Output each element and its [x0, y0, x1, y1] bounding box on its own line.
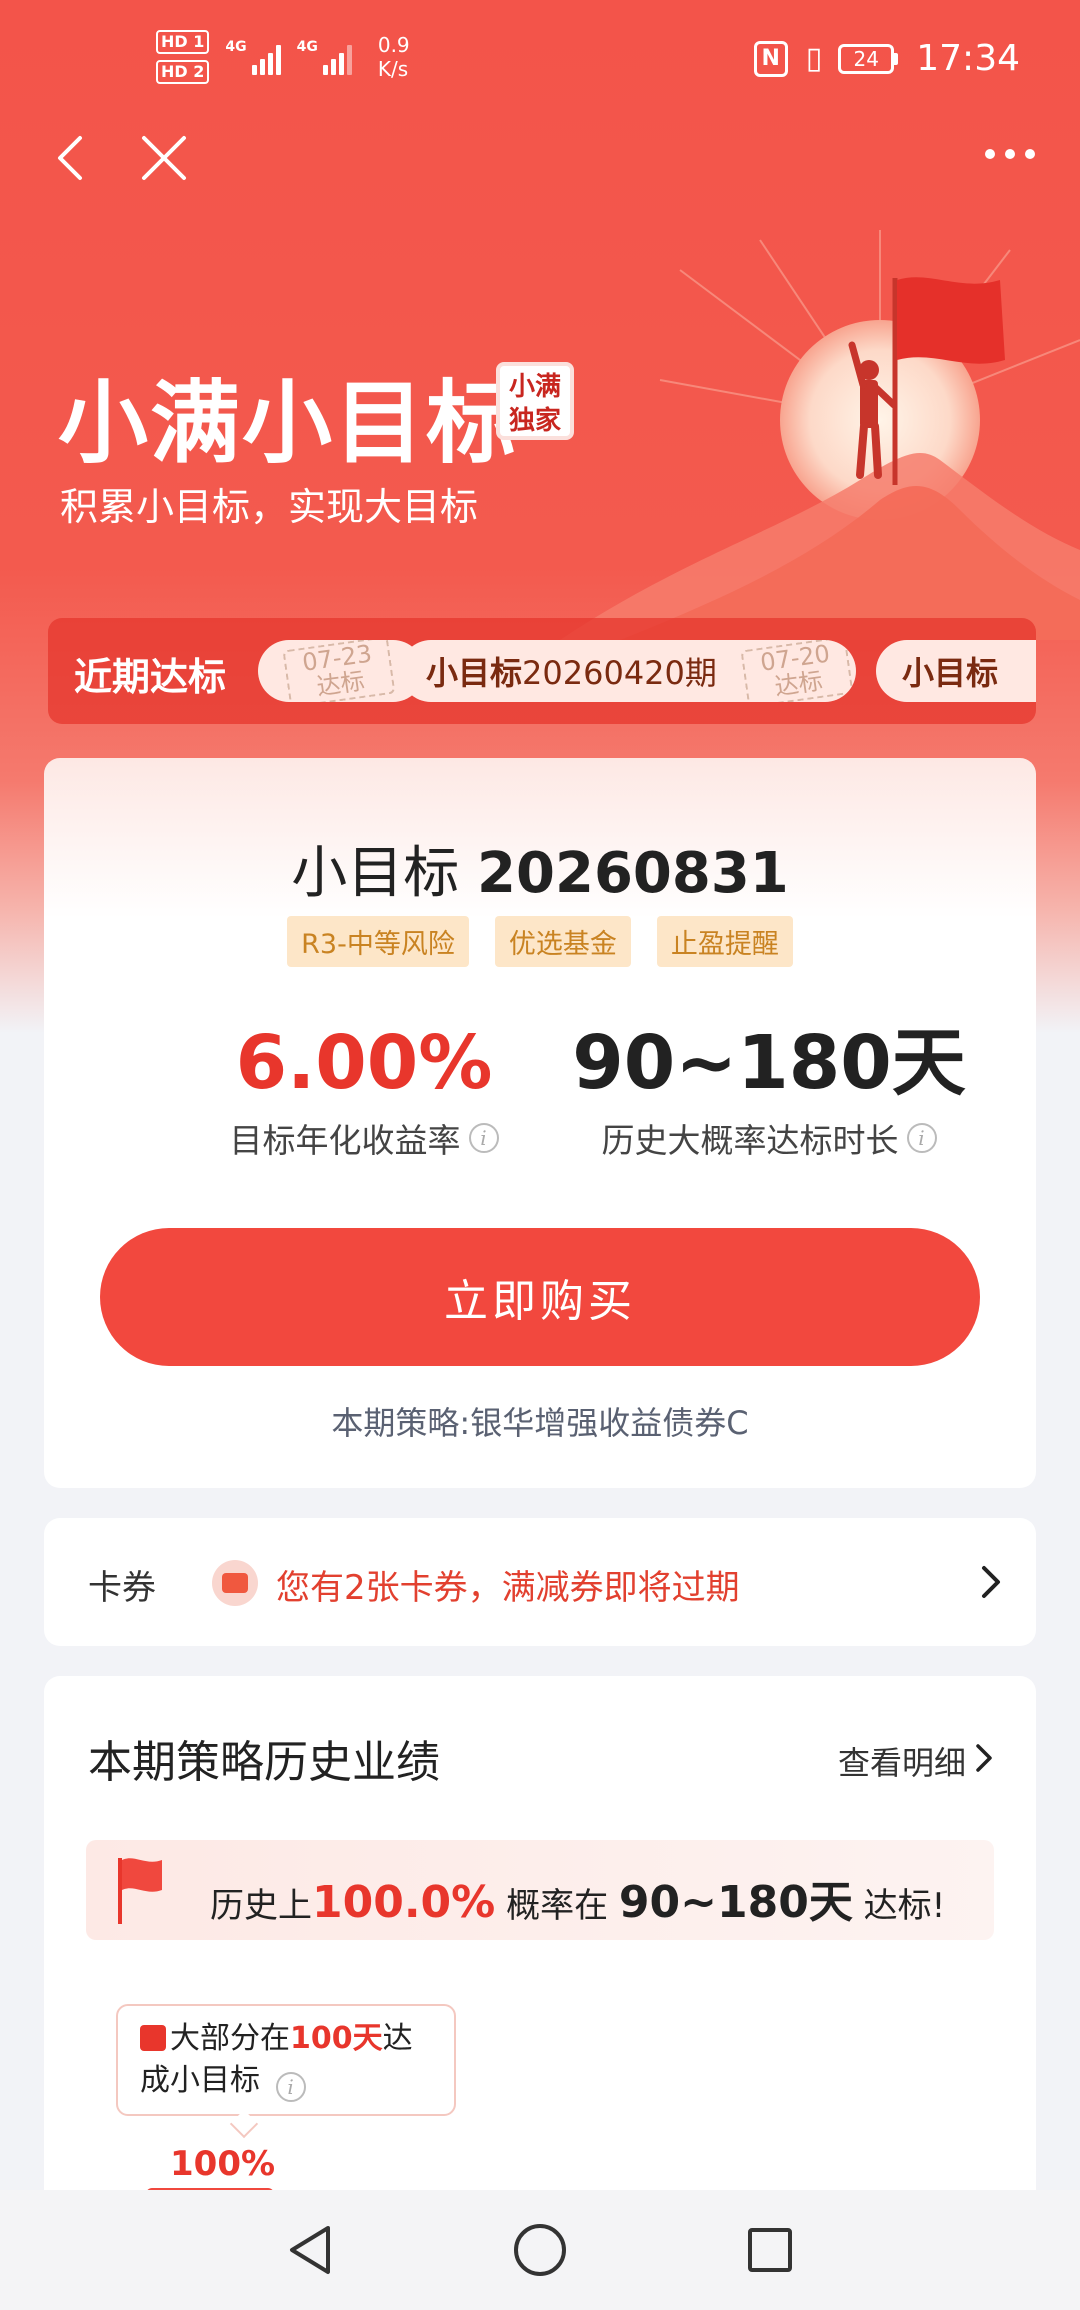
view-details-link[interactable]: 查看明细	[838, 1738, 966, 1784]
fund-tag: 优选基金	[494, 916, 631, 967]
coupon-icon	[212, 1560, 258, 1606]
chip-name: 小目标	[902, 654, 999, 692]
banner-pre: 历史上	[210, 1886, 312, 1926]
net-speed-value: 0.9	[377, 33, 410, 57]
achieved-stamp: 07-20 达标	[740, 640, 854, 702]
product-title-number: 20260831	[477, 841, 789, 906]
chip-name: 小目标	[426, 654, 523, 692]
recent-chip-3[interactable]: 小目标	[876, 640, 1036, 702]
bar-value-label: 100%	[170, 2144, 276, 2184]
signal-1-icon: 4G	[225, 39, 281, 75]
tip-days: 100天	[290, 2021, 383, 2056]
signal-2-label: 4G	[296, 39, 318, 55]
battery-icon: 24	[838, 43, 899, 74]
coupon-text: 您有2张卡券，满减券即将过期	[276, 1568, 740, 1608]
nav-home-icon[interactable]	[510, 2220, 570, 2280]
history-tooltip: 大部分在100天达 成小目标 i	[116, 2004, 456, 2116]
system-nav-bar	[0, 2190, 1080, 2310]
history-banner: 历史上100.0% 概率在 90~180天 达标!	[86, 1840, 994, 1940]
nfc-icon: N	[753, 40, 788, 77]
signal-1-label: 4G	[225, 39, 247, 55]
coupon-row[interactable]: 卡券 您有2张卡券，满减券即将过期	[44, 1518, 1036, 1646]
chevron-right-icon[interactable]	[974, 1742, 994, 1774]
net-speed-unit: K/s	[377, 57, 409, 81]
hero-subtitle: 积累小目标，实现大目标	[60, 485, 479, 529]
nav-back-icon[interactable]	[282, 2220, 338, 2280]
rate-metric: 6.00% 目标年化收益率 i	[164, 1020, 564, 1162]
tip-post1: 达	[382, 2021, 413, 2056]
recent-label: 近期达标	[74, 655, 227, 699]
vibrate-icon: ▯	[805, 41, 822, 76]
battery-level: 24	[838, 43, 895, 74]
rate-label: 目标年化收益率	[229, 1121, 461, 1160]
close-icon[interactable]	[136, 130, 192, 186]
status-left: HD 1 HD 2 4G 4G 0.9 K/s	[156, 30, 410, 84]
rate-label-row: 目标年化收益率 i	[164, 1114, 564, 1162]
info-icon[interactable]: i	[906, 1123, 937, 1153]
banner-mid: 概率在	[506, 1886, 609, 1926]
banner-rate: 100.0%	[312, 1877, 496, 1928]
banner-days: 90~180天	[618, 1877, 853, 1928]
recent-achievements-strip: 近期达标 07-23 达标 小目标 20260420期 07-20 达标 小目标	[48, 618, 1036, 724]
strategy-text: 本期策略:银华增强收益债券C	[331, 1404, 749, 1442]
product-card: 小目标 20260831 R3-中等风险 优选基金 止盈提醒 6.00% 目标年…	[44, 758, 1036, 1488]
hd2-badge: HD 2	[156, 60, 210, 84]
duration-label-row: 历史大概率达标时长 i	[544, 1114, 994, 1162]
history-summary: 历史上100.0% 概率在 90~180天 达标!	[210, 1866, 945, 1930]
duration-value: 90~180天	[572, 1020, 966, 1106]
hd-badges: HD 1 HD 2	[156, 30, 210, 84]
more-icon[interactable]	[980, 134, 1040, 174]
achieved-stamp: 07-23 达标	[282, 640, 396, 702]
info-icon[interactable]: i	[468, 1123, 499, 1153]
signal-2-icon: 4G	[297, 39, 352, 75]
history-title: 本期策略历史业绩	[88, 1737, 440, 1788]
buy-now-button[interactable]: 立即购买	[100, 1228, 980, 1366]
risk-tag: R3-中等风险	[287, 916, 469, 967]
net-speed: 0.9 K/s	[378, 33, 410, 81]
duration-metric: 90~180天 历史大概率达标时长 i	[544, 1020, 994, 1162]
clock: 17:34	[916, 38, 1020, 79]
tip-post2: 成小目标	[140, 2063, 260, 2098]
hero-title: 小满小目标	[58, 371, 518, 476]
take-profit-tag: 止盈提醒	[656, 916, 793, 967]
chevron-right-icon	[982, 1566, 1000, 1598]
badge-line1: 小满	[508, 372, 561, 402]
nav-recents-icon[interactable]	[742, 2220, 798, 2280]
chip-period: 20260420期	[522, 654, 717, 692]
product-tags: R3-中等风险 优选基金 止盈提醒	[44, 916, 1036, 967]
rate-value: 6.00%	[235, 1020, 493, 1106]
flag-summit-illustration	[560, 230, 1080, 640]
tip-pre: 大部分在	[170, 2021, 290, 2056]
product-title: 小目标 20260831	[44, 828, 1036, 909]
thumbs-up-icon	[140, 2025, 166, 2051]
back-icon[interactable]	[50, 130, 90, 186]
status-bar: HD 1 HD 2 4G 4G 0.9 K/s N ▯ 24 17:34	[0, 0, 1080, 120]
recent-chip-2[interactable]: 小目标 20260420期 07-20 达标	[400, 640, 856, 702]
info-icon[interactable]: i	[275, 2072, 306, 2102]
banner-post: 达标!	[863, 1886, 946, 1926]
duration-label: 历史大概率达标时长	[601, 1121, 899, 1160]
status-right: N ▯ 24 17:34	[753, 38, 1020, 79]
product-title-prefix: 小目标	[291, 841, 460, 906]
flag-icon	[118, 1858, 162, 1924]
hd1-badge: HD 1	[156, 30, 210, 54]
coupon-label: 卡券	[88, 1568, 156, 1608]
